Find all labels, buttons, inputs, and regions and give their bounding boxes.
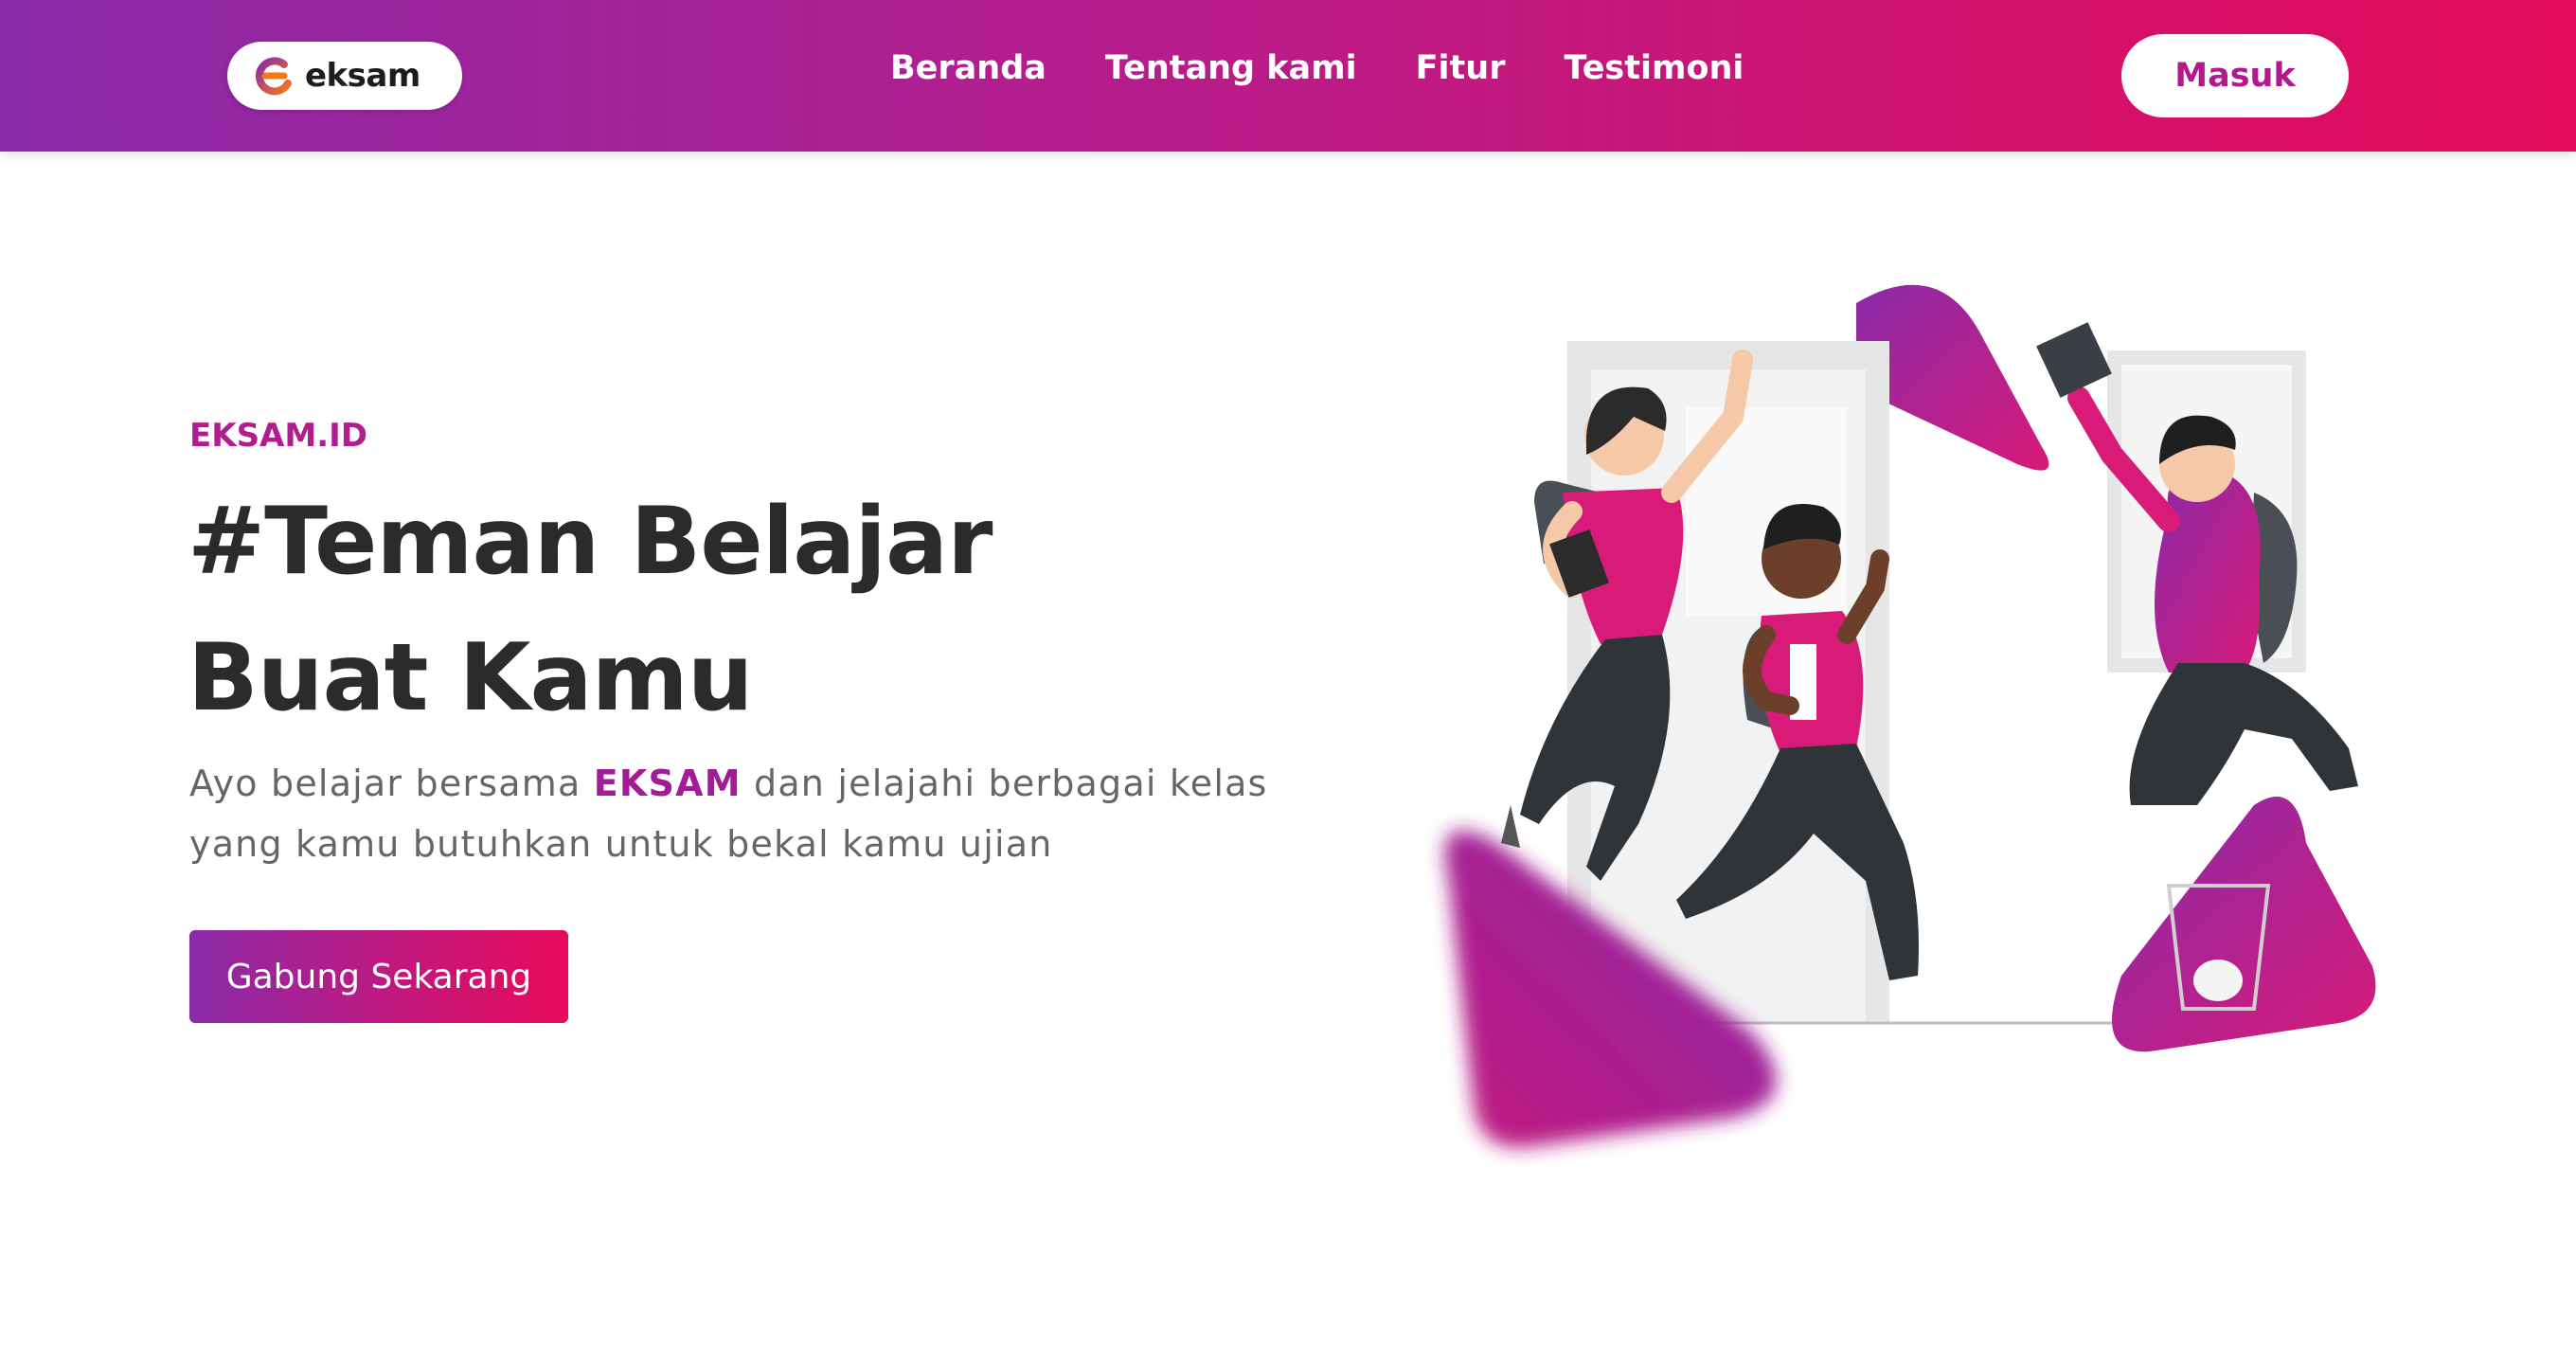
hero-illustration	[1411, 275, 2406, 1175]
main-nav: Beranda Tentang kami Fitur Testimoni	[890, 49, 1802, 87]
subtitle-text-start: Ayo belajar bersama	[189, 763, 594, 804]
nav-link-tentang-kami[interactable]: Tentang kami	[1105, 49, 1357, 87]
eksam-logo-icon	[255, 57, 292, 96]
deco-triangle-right	[2112, 797, 2376, 1052]
logo[interactable]: eksam	[227, 42, 462, 110]
subtitle-line2: yang kamu butuhkan untuk bekal kamu ujia…	[189, 823, 1053, 865]
hero-headline-line2: Buat Kamu	[188, 624, 754, 732]
navbar: eksam Beranda Tentang kami Fitur Testimo…	[0, 0, 2576, 152]
students-jumping-illustration	[1444, 284, 2376, 1148]
nav-link-testimoni[interactable]: Testimoni	[1564, 49, 1744, 87]
hero-subtitle: Ayo belajar bersama EKSAM dan jelajahi b…	[189, 753, 1268, 874]
nav-link-fitur[interactable]: Fitur	[1416, 49, 1506, 87]
subtitle-text-end: dan jelajahi berbagai kelas	[741, 763, 1268, 804]
nav-link-beranda[interactable]: Beranda	[890, 49, 1046, 87]
hero-headline-line1: #Teman Belajar	[188, 488, 993, 596]
logo-text: eksam	[305, 57, 420, 95]
hero-eyebrow: EKSAM.ID	[189, 417, 367, 455]
hero-headline: #Teman Belajar Buat Kamu	[188, 474, 993, 746]
subtitle-brand: EKSAM	[593, 763, 742, 804]
join-now-button[interactable]: Gabung Sekarang	[189, 930, 568, 1023]
login-button[interactable]: Masuk	[2121, 34, 2349, 117]
